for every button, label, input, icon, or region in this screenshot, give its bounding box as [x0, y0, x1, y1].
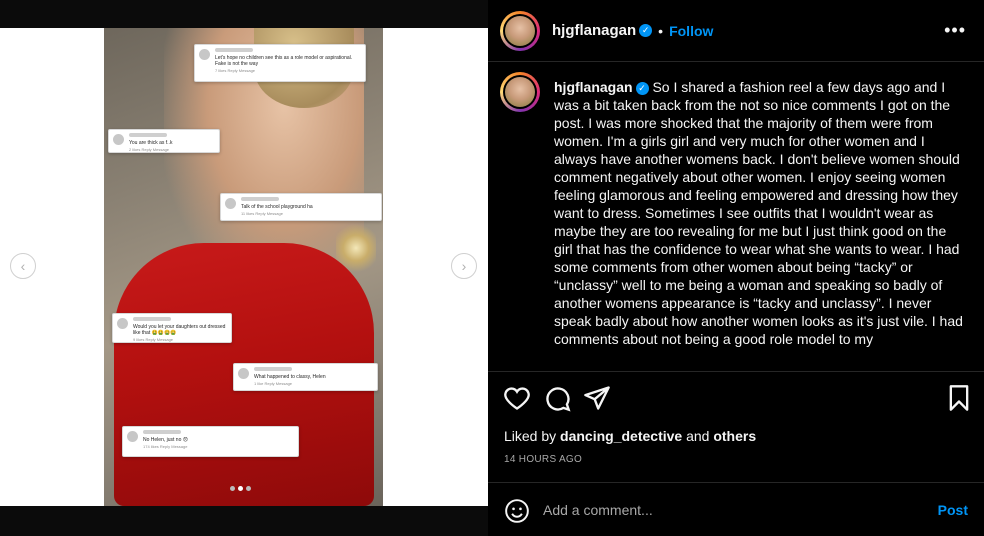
comment-icon[interactable]: [543, 384, 571, 412]
emoji-icon[interactable]: [504, 498, 530, 524]
overlay-comment: Talk of the school playground ha 11 like…: [220, 193, 382, 221]
comment-username-blur: [241, 197, 279, 201]
comment-avatar: [225, 198, 236, 209]
comment-text: Let's hope no children see this as a rol…: [215, 55, 353, 67]
header-username[interactable]: hjgflanagan: [552, 22, 636, 39]
comment-avatar: [127, 431, 138, 442]
bookmark-icon[interactable]: [945, 384, 973, 412]
comment-meta: 11 likes Reply Message: [241, 211, 283, 216]
comment-username-blur: [254, 367, 292, 371]
caption: hjgflanagan ✓ So I shared a fashion reel …: [554, 78, 964, 348]
liked-by-user[interactable]: dancing_detective: [560, 428, 682, 444]
story-ring: [500, 10, 540, 51]
comment-text: Would you let your daughters out dressed…: [133, 324, 226, 336]
comment-username-blur: [129, 133, 167, 137]
post-photo: Let's hope no children see this as a rol…: [104, 28, 383, 506]
comment-text: You are thick as f..k: [129, 140, 173, 146]
carousel-dot: [230, 486, 235, 491]
caption-body: So I shared a fashion reel a few days ag…: [554, 79, 963, 347]
comment-username-blur: [215, 48, 253, 52]
comment-avatar: [117, 318, 128, 329]
heart-icon[interactable]: [503, 384, 531, 412]
liked-by-prefix: Liked by: [504, 428, 557, 444]
comment-avatar: [199, 49, 210, 60]
overlay-comment: Let's hope no children see this as a rol…: [194, 44, 366, 82]
verified-badge-icon: ✓: [635, 81, 649, 95]
caption-username[interactable]: hjgflanagan: [554, 79, 633, 95]
carousel-dot-active: [238, 486, 243, 491]
overlay-comment: No Helen, just no 😠 174 likes Reply Mess…: [122, 426, 299, 457]
comment-username-blur: [143, 430, 181, 434]
follow-button[interactable]: Follow: [669, 23, 713, 39]
post-header: hjgflanagan ✓ • Follow •••: [488, 0, 984, 62]
header-avatar[interactable]: [500, 10, 540, 51]
action-bar: [488, 384, 984, 414]
carousel-dot: [246, 486, 251, 491]
overlay-comment: What happened to classy, Helen 1 like Re…: [233, 363, 378, 391]
post-timestamp[interactable]: 14 HOURS AGO: [504, 454, 582, 465]
separator-dot: •: [658, 22, 664, 39]
likes-summary: Liked by dancing_detective and others: [504, 428, 756, 444]
post-media[interactable]: Let's hope no children see this as a rol…: [0, 28, 488, 506]
post-button[interactable]: Post: [938, 502, 968, 518]
bottom-bar: [0, 506, 488, 536]
verified-badge-icon: ✓: [639, 24, 653, 37]
comment-input[interactable]: [543, 500, 923, 520]
comment-meta: 7 likes Reply Message: [215, 68, 256, 73]
overlay-comment: Would you let your daughters out dressed…: [112, 313, 232, 343]
chevron-right-icon[interactable]: ›: [451, 253, 477, 279]
share-icon[interactable]: [583, 384, 611, 412]
story-ring: [500, 72, 540, 112]
comment-meta: 1 like Reply Message: [254, 381, 293, 386]
caption-avatar[interactable]: [500, 72, 540, 112]
caption-scroll-area[interactable]: hjgflanagan ✓ So I shared a fashion reel …: [488, 62, 984, 372]
comment-text: Talk of the school playground ha: [241, 204, 313, 210]
carousel-dots: [230, 486, 251, 491]
post-side-panel: hjgflanagan ✓ • Follow ••• hjgflanagan ✓ …: [488, 0, 984, 536]
liked-by-and: and: [686, 428, 710, 444]
comment-meta: 2 likes Reply Message: [129, 147, 170, 152]
comment-bar: Post: [488, 482, 984, 536]
comment-text: No Helen, just no 😠: [143, 437, 188, 443]
comment-text: What happened to classy, Helen: [254, 374, 326, 380]
avatar: [505, 77, 535, 107]
avatar: [505, 15, 535, 46]
comment-meta: 9 likes Reply Message: [133, 337, 174, 342]
comment-meta: 174 likes Reply Message: [143, 444, 188, 449]
liked-by-others[interactable]: others: [713, 428, 756, 444]
comment-username-blur: [133, 317, 171, 321]
chevron-left-icon[interactable]: ‹: [10, 253, 36, 279]
comment-avatar: [238, 368, 249, 379]
more-options-icon[interactable]: •••: [944, 20, 966, 41]
comment-avatar: [113, 134, 124, 145]
overlay-comment: You are thick as f..k 2 likes Reply Mess…: [108, 129, 220, 153]
